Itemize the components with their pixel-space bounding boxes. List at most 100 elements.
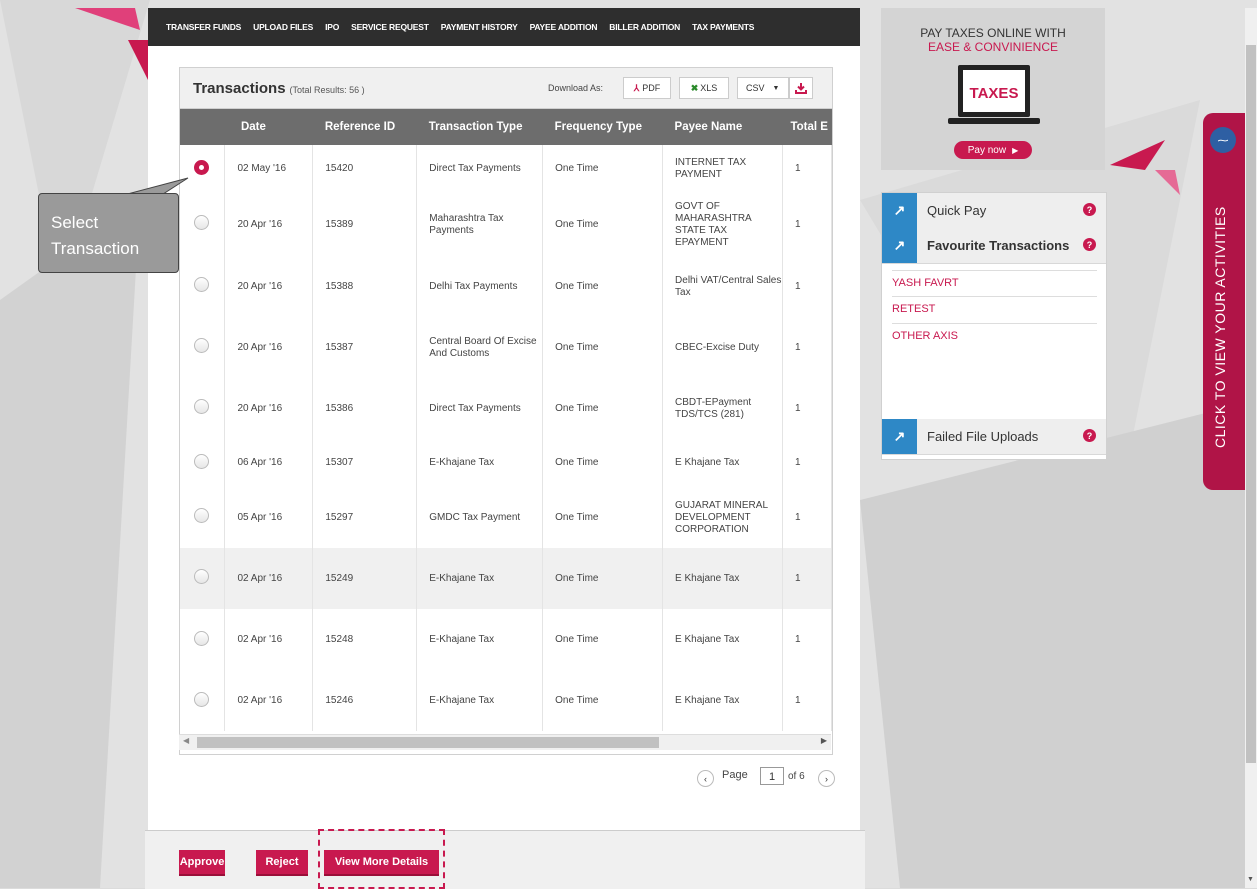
- type-cell: E-Khajane Tax: [416, 548, 544, 609]
- column-header-date[interactable]: Date: [224, 109, 313, 145]
- row-radio[interactable]: [194, 399, 209, 414]
- download-pdf-button[interactable]: ⅄ PDF: [623, 77, 671, 99]
- action-bar: [145, 830, 865, 889]
- nav-upload-files[interactable]: UPLOAD FILES: [253, 22, 313, 32]
- laptop-screen-text: TAXES: [970, 85, 1019, 102]
- favourite-transactions-row[interactable]: ↗ Favourite Transactions ?: [882, 228, 1106, 264]
- date-cell: 02 Apr '16: [224, 548, 314, 609]
- table-row[interactable]: 20 Apr '16 15386 Direct Tax Payments One…: [180, 378, 833, 439]
- row-radio[interactable]: [194, 215, 209, 230]
- favourite-transactions-label: Favourite Transactions: [927, 238, 1070, 253]
- table-row[interactable]: 20 Apr '16 15387 Central Board Of Excise…: [180, 317, 833, 378]
- table-row[interactable]: 20 Apr '16 15389 Maharashtra Tax Payment…: [180, 193, 833, 256]
- column-header-reference-id[interactable]: Reference ID: [312, 109, 417, 145]
- download-xls-button[interactable]: ✖ XLS: [679, 77, 729, 99]
- total-cell: 1: [782, 378, 833, 439]
- table-row[interactable]: 02 May '16 15420 Direct Tax Payments One…: [180, 145, 833, 193]
- pay-now-button[interactable]: Pay now ▶: [954, 141, 1032, 159]
- reference-cell: 15248: [312, 609, 418, 671]
- frequency-cell: One Time: [542, 487, 664, 548]
- row-radio-selected[interactable]: [194, 159, 209, 175]
- type-cell: E-Khajane Tax: [416, 609, 544, 671]
- scroll-right-icon[interactable]: ▶: [821, 736, 827, 745]
- favourite-item[interactable]: OTHER AXIS: [892, 330, 958, 342]
- frequency-cell: One Time: [542, 609, 664, 671]
- column-header-total[interactable]: Total E: [782, 109, 832, 145]
- nav-biller-addition[interactable]: BILLER ADDITION: [609, 22, 680, 32]
- nav-transfer-funds[interactable]: TRANSFER FUNDS: [166, 22, 241, 32]
- nav-payee-addition[interactable]: PAYEE ADDITION: [530, 22, 598, 32]
- help-icon[interactable]: ?: [1083, 429, 1096, 442]
- callout-line2: Transaction: [51, 239, 140, 258]
- reference-cell: 15386: [312, 378, 418, 439]
- view-activities-label[interactable]: CLICK TO VIEW YOUR ACTIVITIES: [1212, 206, 1228, 448]
- frequency-cell: One Time: [542, 145, 664, 193]
- favourite-item[interactable]: YASH FAVRT: [892, 277, 959, 289]
- activity-pulse-icon: ⁓: [1210, 127, 1236, 153]
- type-cell: E-Khajane Tax: [416, 439, 544, 487]
- column-header-payee-name[interactable]: Payee Name: [662, 109, 783, 145]
- table-header-row: Date Reference ID Transaction Type Frequ…: [180, 109, 832, 145]
- nav-payment-history[interactable]: PAYMENT HISTORY: [441, 22, 518, 32]
- table-horizontal-scrollbar[interactable]: ◀ ▶: [179, 734, 831, 750]
- payee-cell: E Khajane Tax: [662, 671, 783, 731]
- row-radio[interactable]: [194, 338, 209, 353]
- column-header-frequency-type[interactable]: Frequency Type: [542, 109, 663, 145]
- column-header-transaction-type[interactable]: Transaction Type: [416, 109, 543, 145]
- prev-page-button[interactable]: ‹: [697, 770, 714, 787]
- row-select-cell: [180, 317, 226, 378]
- reference-cell: 15307: [312, 439, 418, 487]
- pdf-label: PDF: [642, 83, 661, 93]
- scroll-left-icon[interactable]: ◀: [183, 736, 189, 745]
- page-scrollbar-thumb[interactable]: [1246, 45, 1256, 763]
- chevron-left-icon: ‹: [704, 773, 707, 784]
- help-icon[interactable]: ?: [1083, 238, 1096, 251]
- select-transaction-callout: Select Transaction: [38, 193, 179, 273]
- table-row[interactable]: 02 Apr '16 15249 E-Khajane Tax One Time …: [180, 548, 833, 609]
- row-radio[interactable]: [194, 453, 209, 469]
- page-number-input[interactable]: 1: [760, 767, 784, 785]
- failed-file-uploads-row[interactable]: ↗ Failed File Uploads ?: [882, 419, 1106, 455]
- reference-cell: 15387: [312, 317, 418, 378]
- nav-service-request[interactable]: SERVICE REQUEST: [351, 22, 429, 32]
- scroll-down-icon[interactable]: ▼: [1247, 876, 1254, 883]
- help-icon[interactable]: ?: [1083, 203, 1096, 216]
- nav-tax-payments[interactable]: TAX PAYMENTS: [692, 22, 754, 32]
- row-radio[interactable]: [194, 508, 209, 523]
- date-cell: 02 Apr '16: [224, 609, 314, 671]
- download-button[interactable]: [789, 77, 813, 99]
- table-row[interactable]: 05 Apr '16 15297 GMDC Tax Payment One Ti…: [180, 487, 833, 548]
- nav-ipo[interactable]: IPO: [325, 22, 339, 32]
- transactions-header: Transactions (Total Results: 56 ) Downloa…: [180, 68, 832, 109]
- type-cell: GMDC Tax Payment: [416, 487, 544, 548]
- table-row[interactable]: 20 Apr '16 15388 Delhi Tax Payments One …: [180, 256, 833, 317]
- table-row[interactable]: 06 Apr '16 15307 E-Khajane Tax One Time …: [180, 439, 833, 487]
- row-radio[interactable]: [194, 630, 209, 646]
- reject-button[interactable]: Reject: [256, 850, 308, 876]
- banner-line1: PAY TAXES ONLINE WITH: [920, 26, 1066, 40]
- row-radio[interactable]: [194, 569, 209, 584]
- next-page-button[interactable]: ›: [818, 770, 835, 787]
- frequency-cell: One Time: [542, 256, 664, 317]
- frequency-cell: One Time: [542, 548, 664, 609]
- pay-taxes-banner[interactable]: PAY TAXES ONLINE WITH EASE & CONVINIENCE…: [881, 8, 1105, 170]
- total-cell: 1: [782, 317, 833, 378]
- row-radio[interactable]: [194, 277, 209, 292]
- reference-cell: 15249: [312, 548, 418, 609]
- csv-select[interactable]: CSV ▼: [737, 77, 789, 99]
- scrollbar-thumb[interactable]: [197, 737, 659, 748]
- excel-icon: ✖: [690, 82, 699, 93]
- date-cell: 06 Apr '16: [224, 439, 314, 487]
- approve-button[interactable]: Approve: [179, 850, 225, 876]
- table-row[interactable]: 02 Apr '16 15248 E-Khajane Tax One Time …: [180, 609, 833, 671]
- row-radio[interactable]: [194, 691, 209, 707]
- select-column-header: [180, 109, 225, 145]
- favourite-item[interactable]: RETEST: [892, 303, 935, 315]
- download-label: Download As:: [548, 83, 604, 93]
- transactions-panel: Transactions (Total Results: 56 ) Downloa…: [179, 67, 833, 755]
- table-row[interactable]: 02 Apr '16 15246 E-Khajane Tax One Time …: [180, 671, 833, 731]
- type-cell: Central Board Of Excise And Customs: [416, 317, 544, 378]
- frequency-cell: One Time: [542, 671, 664, 731]
- quick-links-panel: ↗ Quick Pay ? ↗ Favourite Transactions ?…: [881, 192, 1107, 460]
- quick-pay-row[interactable]: ↗ Quick Pay ?: [882, 193, 1106, 229]
